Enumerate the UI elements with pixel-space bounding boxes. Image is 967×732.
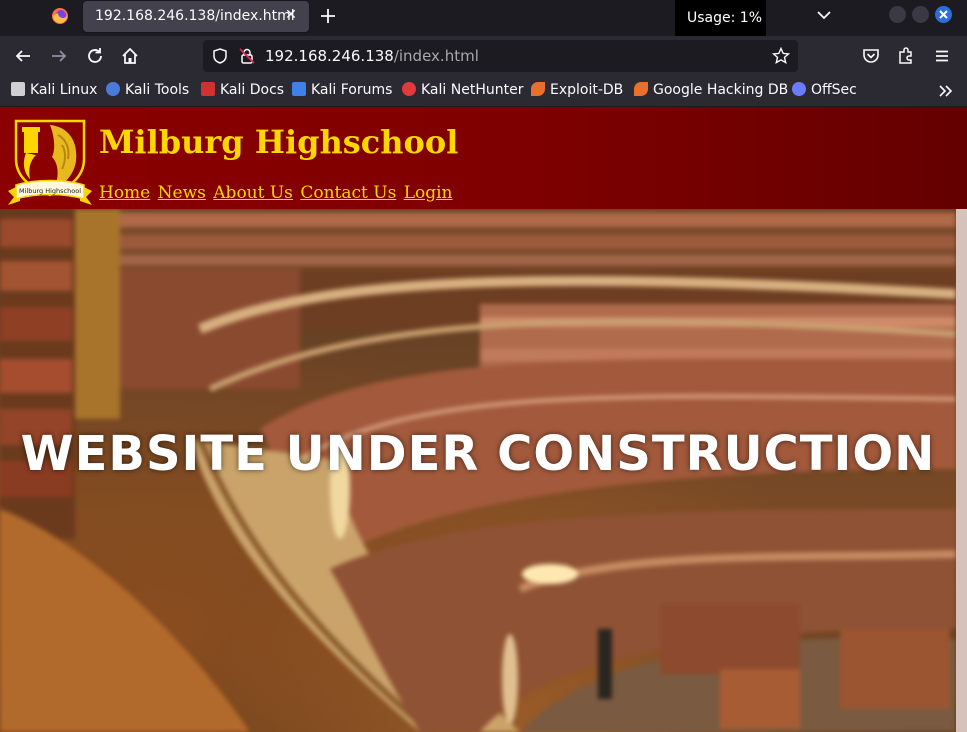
- new-tab-plus-icon[interactable]: [318, 6, 338, 26]
- forward-arrow-icon[interactable]: [49, 46, 69, 66]
- bookmark-label: Kali NetHunter: [421, 82, 524, 98]
- bookmark-label: Kali Tools: [125, 82, 190, 98]
- pocket-icon[interactable]: [861, 46, 881, 66]
- url-text[interactable]: 192.168.246.138/index.html: [265, 47, 479, 65]
- bookmark-kali-forums[interactable]: Kali Forums: [292, 82, 392, 100]
- bookmark-exploit-db[interactable]: Exploit-DB: [531, 82, 623, 100]
- firefox-icon[interactable]: [51, 7, 69, 25]
- logo-ribbon-text: Milburg Highschool: [19, 187, 81, 195]
- kali-docs-icon: [201, 82, 215, 96]
- kali-forums-icon: [292, 82, 306, 96]
- minimize-window-button[interactable]: [889, 6, 906, 23]
- reload-icon[interactable]: [85, 46, 105, 66]
- hero-heading: WEBSITE UNDER CONSTRUCTION: [20, 426, 936, 482]
- nav-link-home[interactable]: Home: [99, 183, 150, 203]
- home-icon[interactable]: [120, 46, 140, 66]
- bookmark-label: OffSec: [811, 82, 857, 98]
- extensions-puzzle-icon[interactable]: [896, 46, 916, 66]
- active-tab[interactable]: 192.168.246.138/index.html ✕: [83, 1, 309, 32]
- bookmarks-toolbar: Kali Linux Kali Tools Kali Docs Kali For…: [0, 76, 967, 106]
- chevron-down-icon[interactable]: [815, 6, 833, 24]
- ghdb-icon: [634, 82, 648, 96]
- close-window-button[interactable]: [935, 6, 952, 23]
- kali-nethunter-icon: [402, 82, 416, 96]
- bookmark-kali-linux[interactable]: Kali Linux: [11, 82, 97, 100]
- nav-link-contact-us[interactable]: Contact Us: [300, 183, 396, 203]
- hamburger-menu-icon[interactable]: [932, 46, 952, 66]
- url-bar[interactable]: 192.168.246.138/index.html: [203, 40, 798, 72]
- usage-tooltip-text: Usage: 1%: [687, 10, 762, 26]
- bookmark-star-icon[interactable]: [772, 47, 790, 65]
- bookmark-label: Kali Docs: [220, 82, 285, 98]
- navigation-toolbar: 192.168.246.138/index.html: [0, 36, 967, 76]
- offsec-icon: [792, 82, 806, 96]
- tab-title: 192.168.246.138/index.html: [95, 8, 295, 24]
- bookmark-label: Kali Forums: [311, 82, 393, 98]
- chevron-double-right-icon[interactable]: [937, 82, 955, 100]
- insecure-lock-icon[interactable]: [238, 47, 256, 65]
- page-scrollbar[interactable]: [956, 209, 967, 732]
- school-crest-logo[interactable]: Milburg Highschool: [6, 115, 94, 207]
- usage-tooltip: Usage: 1%: [675, 0, 766, 40]
- bookmark-label: Kali Linux: [30, 82, 98, 98]
- shield-icon[interactable]: [211, 47, 229, 65]
- url-host: 192.168.246.138: [265, 47, 394, 65]
- bookmark-label: Exploit-DB: [550, 82, 624, 98]
- bookmark-kali-docs[interactable]: Kali Docs: [201, 82, 284, 100]
- close-icon: [939, 10, 948, 19]
- nav-link-news[interactable]: News: [158, 183, 206, 203]
- hero-banner: WEBSITE UNDER CONSTRUCTION: [0, 209, 956, 732]
- maximize-window-button[interactable]: [912, 6, 929, 23]
- nav-link-about-us[interactable]: About Us: [213, 183, 293, 203]
- kali-dragon-icon: [11, 82, 25, 96]
- site-header: Milburg Highschool Milburg Highschool Ho…: [0, 107, 967, 209]
- exploit-db-icon: [531, 82, 545, 96]
- bookmark-google-hacking-db[interactable]: Google Hacking DB: [634, 82, 788, 100]
- bookmark-kali-tools[interactable]: Kali Tools: [106, 82, 189, 100]
- site-navigation: Home News About Us Contact Us Login: [99, 183, 455, 203]
- bookmark-kali-nethunter[interactable]: Kali NetHunter: [402, 82, 523, 100]
- kali-tools-icon: [106, 82, 120, 96]
- tab-strip: 192.168.246.138/index.html ✕ Usage: 1%: [0, 0, 967, 40]
- site-title: Milburg Highschool: [99, 123, 459, 161]
- close-tab-icon[interactable]: ✕: [283, 7, 299, 23]
- bookmark-offsec[interactable]: OffSec: [792, 82, 857, 100]
- bookmark-label: Google Hacking DB: [653, 82, 789, 98]
- url-path: /index.html: [393, 47, 479, 65]
- web-page: Milburg Highschool Milburg Highschool Ho…: [0, 107, 967, 732]
- back-arrow-icon[interactable]: [13, 46, 33, 66]
- nav-link-login[interactable]: Login: [404, 183, 453, 203]
